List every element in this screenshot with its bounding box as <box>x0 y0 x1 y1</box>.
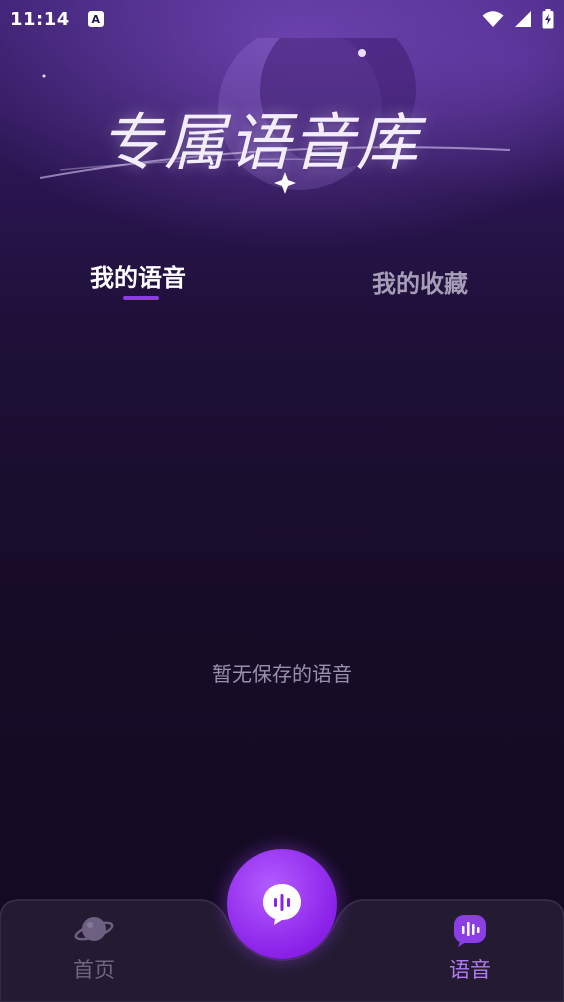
banner: 专属语音库 <box>0 38 564 228</box>
empty-state-text: 暂无保存的语音 <box>212 662 352 686</box>
nav-voice-label: 语音 <box>449 958 491 982</box>
voice-wave-icon <box>454 915 486 947</box>
banner-title: 专属语音库 <box>100 106 421 179</box>
record-voice-button[interactable] <box>227 849 337 959</box>
nav-voice[interactable]: 语音 <box>420 910 520 984</box>
battery-charging-icon <box>542 9 554 29</box>
nav-home-label: 首页 <box>73 958 115 982</box>
tab-bar: 我的语音 我的收藏 <box>0 250 564 310</box>
planet-icon <box>74 917 114 941</box>
tab-my-voice[interactable]: 我的语音 <box>90 258 186 293</box>
nav-home[interactable]: 首页 <box>44 910 144 984</box>
status-bar: 11:14 A <box>0 0 564 38</box>
cellular-signal-icon <box>515 11 531 27</box>
voice-chat-icon <box>263 884 301 925</box>
tab-active-indicator <box>123 296 159 300</box>
tab-my-favorites[interactable]: 我的收藏 <box>372 264 468 299</box>
wifi-icon <box>482 11 504 27</box>
app-notification-icon: A <box>87 11 104 27</box>
status-icons <box>482 9 554 29</box>
status-time: 11:14 <box>10 8 70 30</box>
